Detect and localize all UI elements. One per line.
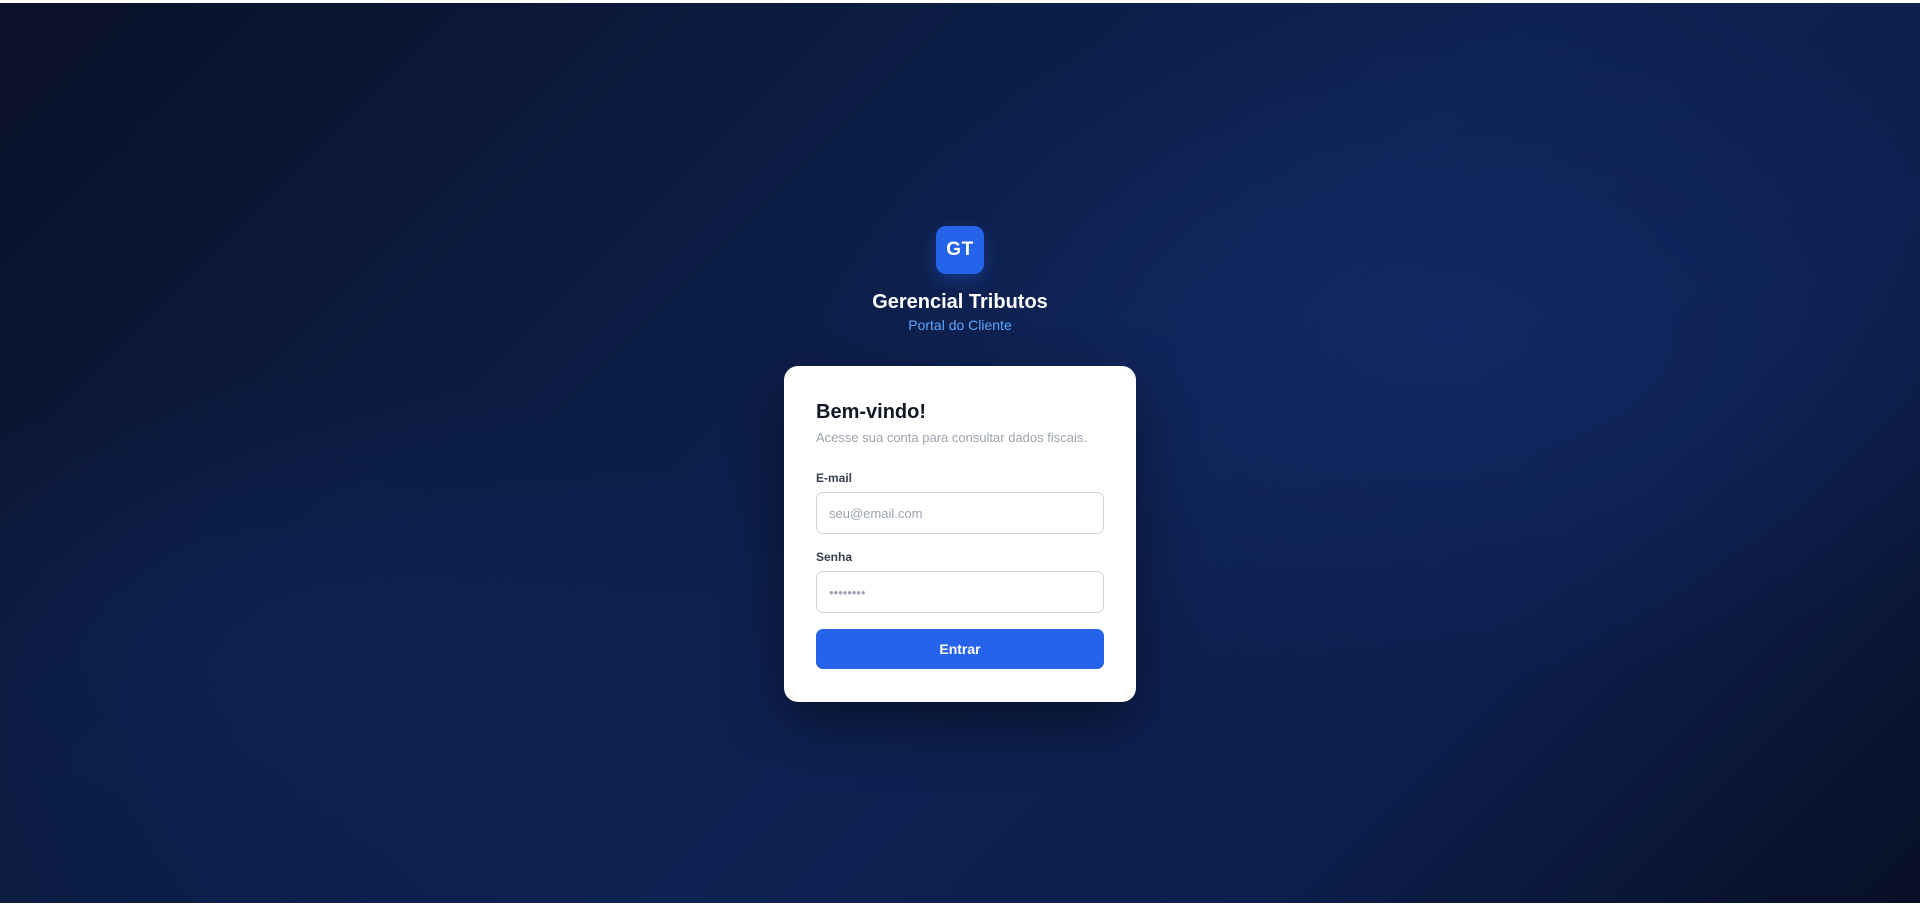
app-subtitle: Portal do Cliente bbox=[908, 317, 1012, 333]
login-page-background: GT Gerencial Tributos Portal do Cliente … bbox=[0, 3, 1920, 903]
email-input[interactable] bbox=[816, 492, 1104, 534]
login-title: Bem-vindo! bbox=[816, 401, 926, 423]
login-button[interactable]: Entrar bbox=[816, 629, 1104, 669]
logo-text: GT bbox=[946, 239, 974, 260]
app-logo: GT bbox=[936, 226, 984, 274]
brand-header: GT Gerencial Tributos Portal do Cliente bbox=[0, 226, 1920, 334]
email-label: E-mail bbox=[816, 471, 853, 485]
password-label: Senha bbox=[816, 550, 853, 564]
login-card: Bem-vindo! Acesse sua conta para consult… bbox=[784, 366, 1136, 702]
password-input[interactable] bbox=[816, 571, 1104, 613]
app-title: Gerencial Tributos bbox=[872, 291, 1048, 313]
login-subtitle: Acesse sua conta para consultar dados fi… bbox=[816, 430, 1087, 445]
